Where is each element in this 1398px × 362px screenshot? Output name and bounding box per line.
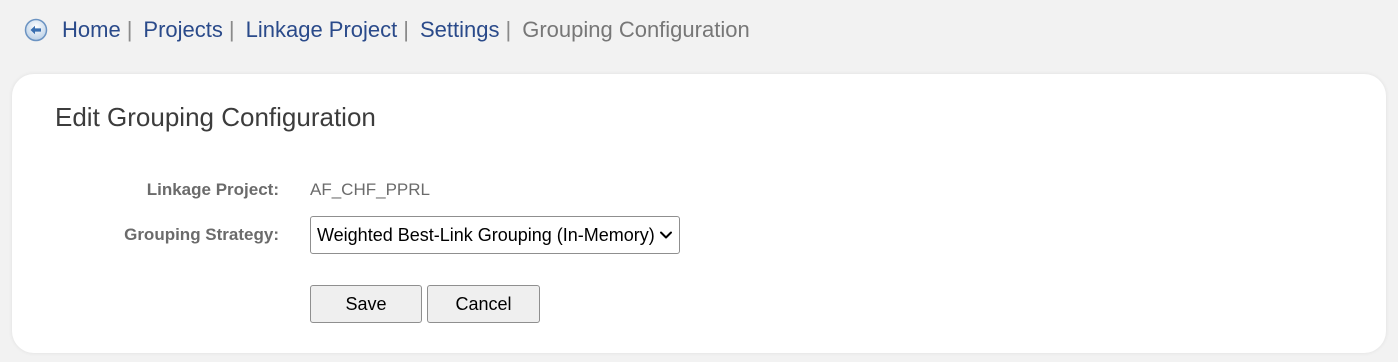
linkage-project-label: Linkage Project: (146, 180, 279, 199)
page-title: Edit Grouping Configuration (55, 102, 376, 132)
edit-grouping-card: Edit Grouping Configuration Linkage Proj… (12, 74, 1386, 353)
breadcrumb-separator: | (228, 17, 235, 42)
linkage-project-value: AF_CHF_PPRL (310, 180, 430, 199)
grouping-strategy-selected-value: Weighted Best-Link Grouping (In-Memory) (317, 224, 655, 245)
breadcrumb-linkage-project-link[interactable]: Linkage Project (246, 17, 398, 43)
grouping-strategy-label: Grouping Strategy: (124, 225, 279, 244)
breadcrumb-settings-link[interactable]: Settings (420, 17, 500, 43)
breadcrumb: Home | Projects | Linkage Project | Sett… (24, 16, 750, 44)
breadcrumb-current-page: Grouping Configuration (522, 17, 750, 42)
linkage-project-row: Linkage Project: AF_CHF_PPRL (12, 178, 430, 202)
breadcrumb-home-link[interactable]: Home (62, 17, 121, 43)
breadcrumb-separator: | (126, 17, 133, 42)
back-arrow-icon[interactable] (24, 18, 48, 42)
chevron-down-icon (660, 231, 672, 239)
grouping-strategy-select[interactable]: Weighted Best-Link Grouping (In-Memory) (310, 216, 680, 254)
save-button[interactable]: Save (310, 285, 422, 323)
grouping-strategy-row: Grouping Strategy: Weighted Best-Link Gr… (12, 216, 680, 254)
breadcrumb-projects-link[interactable]: Projects (143, 17, 222, 43)
breadcrumb-separator: | (403, 17, 409, 42)
cancel-button[interactable]: Cancel (427, 285, 540, 323)
breadcrumb-separator: | (505, 17, 512, 42)
